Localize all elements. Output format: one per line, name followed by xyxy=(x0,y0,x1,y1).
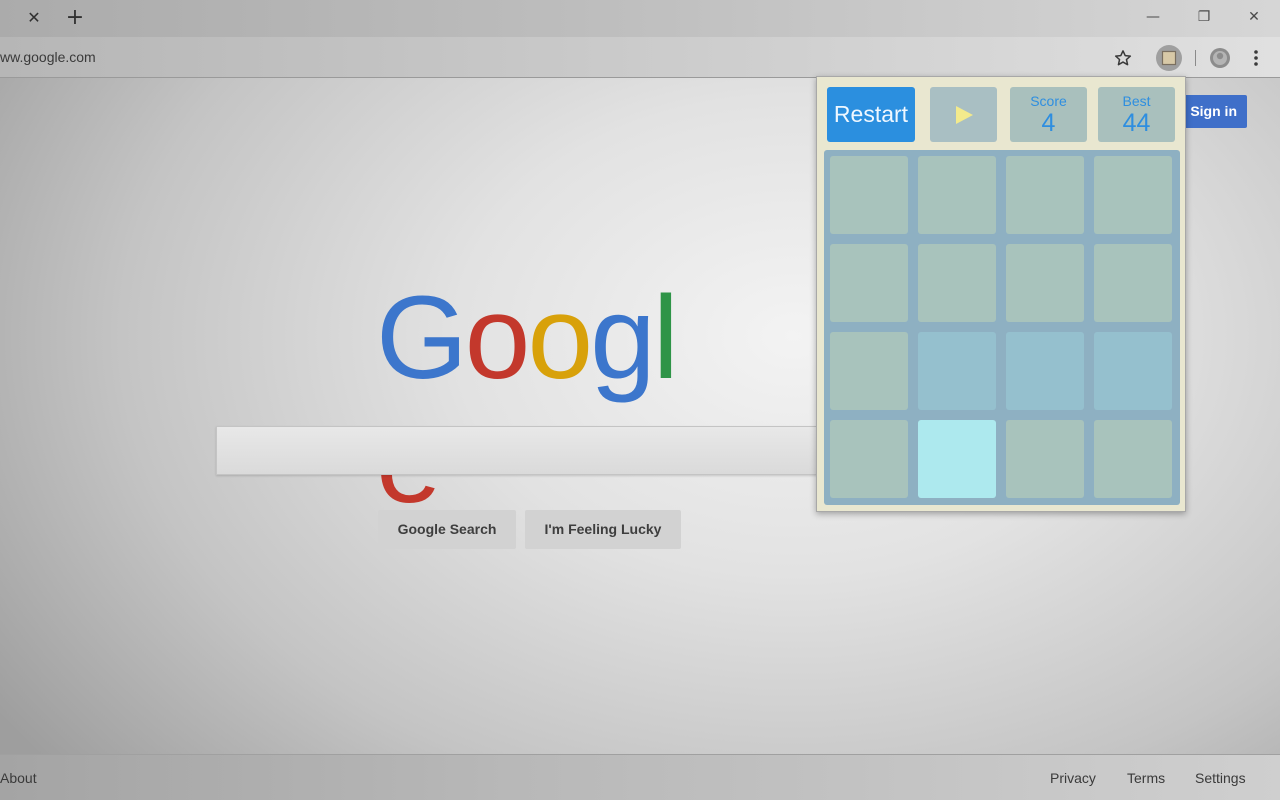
about-link[interactable]: About xyxy=(0,770,37,786)
grid-cell xyxy=(1094,332,1172,410)
restore-icon[interactable]: ❐ xyxy=(1184,4,1224,30)
browser-toolbar: ww.google.com xyxy=(0,37,1280,78)
logo-letter: o xyxy=(527,272,593,404)
google-logo: Google xyxy=(376,272,686,524)
privacy-link[interactable]: Privacy xyxy=(1050,770,1096,786)
best-label: Best xyxy=(1122,93,1151,109)
logo-letter: g xyxy=(590,272,656,404)
grid-cell xyxy=(918,244,996,322)
grid-cell xyxy=(918,156,996,234)
grid-cell xyxy=(830,332,908,410)
grid-cell xyxy=(1006,332,1084,410)
page-footer: About Privacy Terms Settings xyxy=(0,754,1280,800)
logo-letter: G xyxy=(376,272,468,404)
settings-link[interactable]: Settings xyxy=(1195,770,1246,786)
address-bar[interactable]: ww.google.com xyxy=(0,49,96,65)
game-board[interactable] xyxy=(824,150,1180,505)
play-icon xyxy=(955,105,973,124)
extension-popup: Restart Score 4 Best 44 xyxy=(816,76,1186,512)
logo-letter: o xyxy=(464,272,531,404)
score-value: 4 xyxy=(1041,109,1056,137)
grid-cell xyxy=(1094,420,1172,498)
score-label: Score xyxy=(1030,93,1067,109)
extension-icon[interactable] xyxy=(1156,45,1182,71)
grid-cell xyxy=(830,244,908,322)
grid-cell xyxy=(918,420,996,498)
grid-cell xyxy=(830,420,908,498)
best-value: 44 xyxy=(1122,109,1151,137)
profile-icon[interactable] xyxy=(1207,45,1233,71)
grid-cell xyxy=(1006,244,1084,322)
search-input[interactable] xyxy=(216,426,836,475)
grid-cell xyxy=(1006,156,1084,234)
grid-cell xyxy=(1094,244,1172,322)
google-search-button[interactable]: Google Search xyxy=(378,510,516,549)
play-button[interactable] xyxy=(930,87,997,142)
best-box: Best 44 xyxy=(1098,87,1175,142)
star-icon[interactable] xyxy=(1110,45,1136,71)
toolbar-divider xyxy=(1195,50,1196,66)
window-close-icon[interactable]: ✕ xyxy=(1234,4,1274,30)
grid-cell xyxy=(1094,156,1172,234)
tab-strip: ✕ + — ❐ ✕ xyxy=(0,0,1280,37)
feeling-lucky-button[interactable]: I'm Feeling Lucky xyxy=(525,510,681,549)
logo-letter: l xyxy=(652,272,679,404)
restart-button[interactable]: Restart xyxy=(827,87,915,142)
menu-icon[interactable] xyxy=(1243,45,1269,71)
new-tab-icon[interactable]: + xyxy=(64,6,86,30)
tab-close-icon[interactable]: ✕ xyxy=(24,8,44,28)
grid-cell xyxy=(918,332,996,410)
minimize-icon[interactable]: — xyxy=(1133,4,1173,30)
terms-link[interactable]: Terms xyxy=(1127,770,1165,786)
grid-cell xyxy=(830,156,908,234)
grid-cell xyxy=(1006,420,1084,498)
score-box: Score 4 xyxy=(1010,87,1087,142)
